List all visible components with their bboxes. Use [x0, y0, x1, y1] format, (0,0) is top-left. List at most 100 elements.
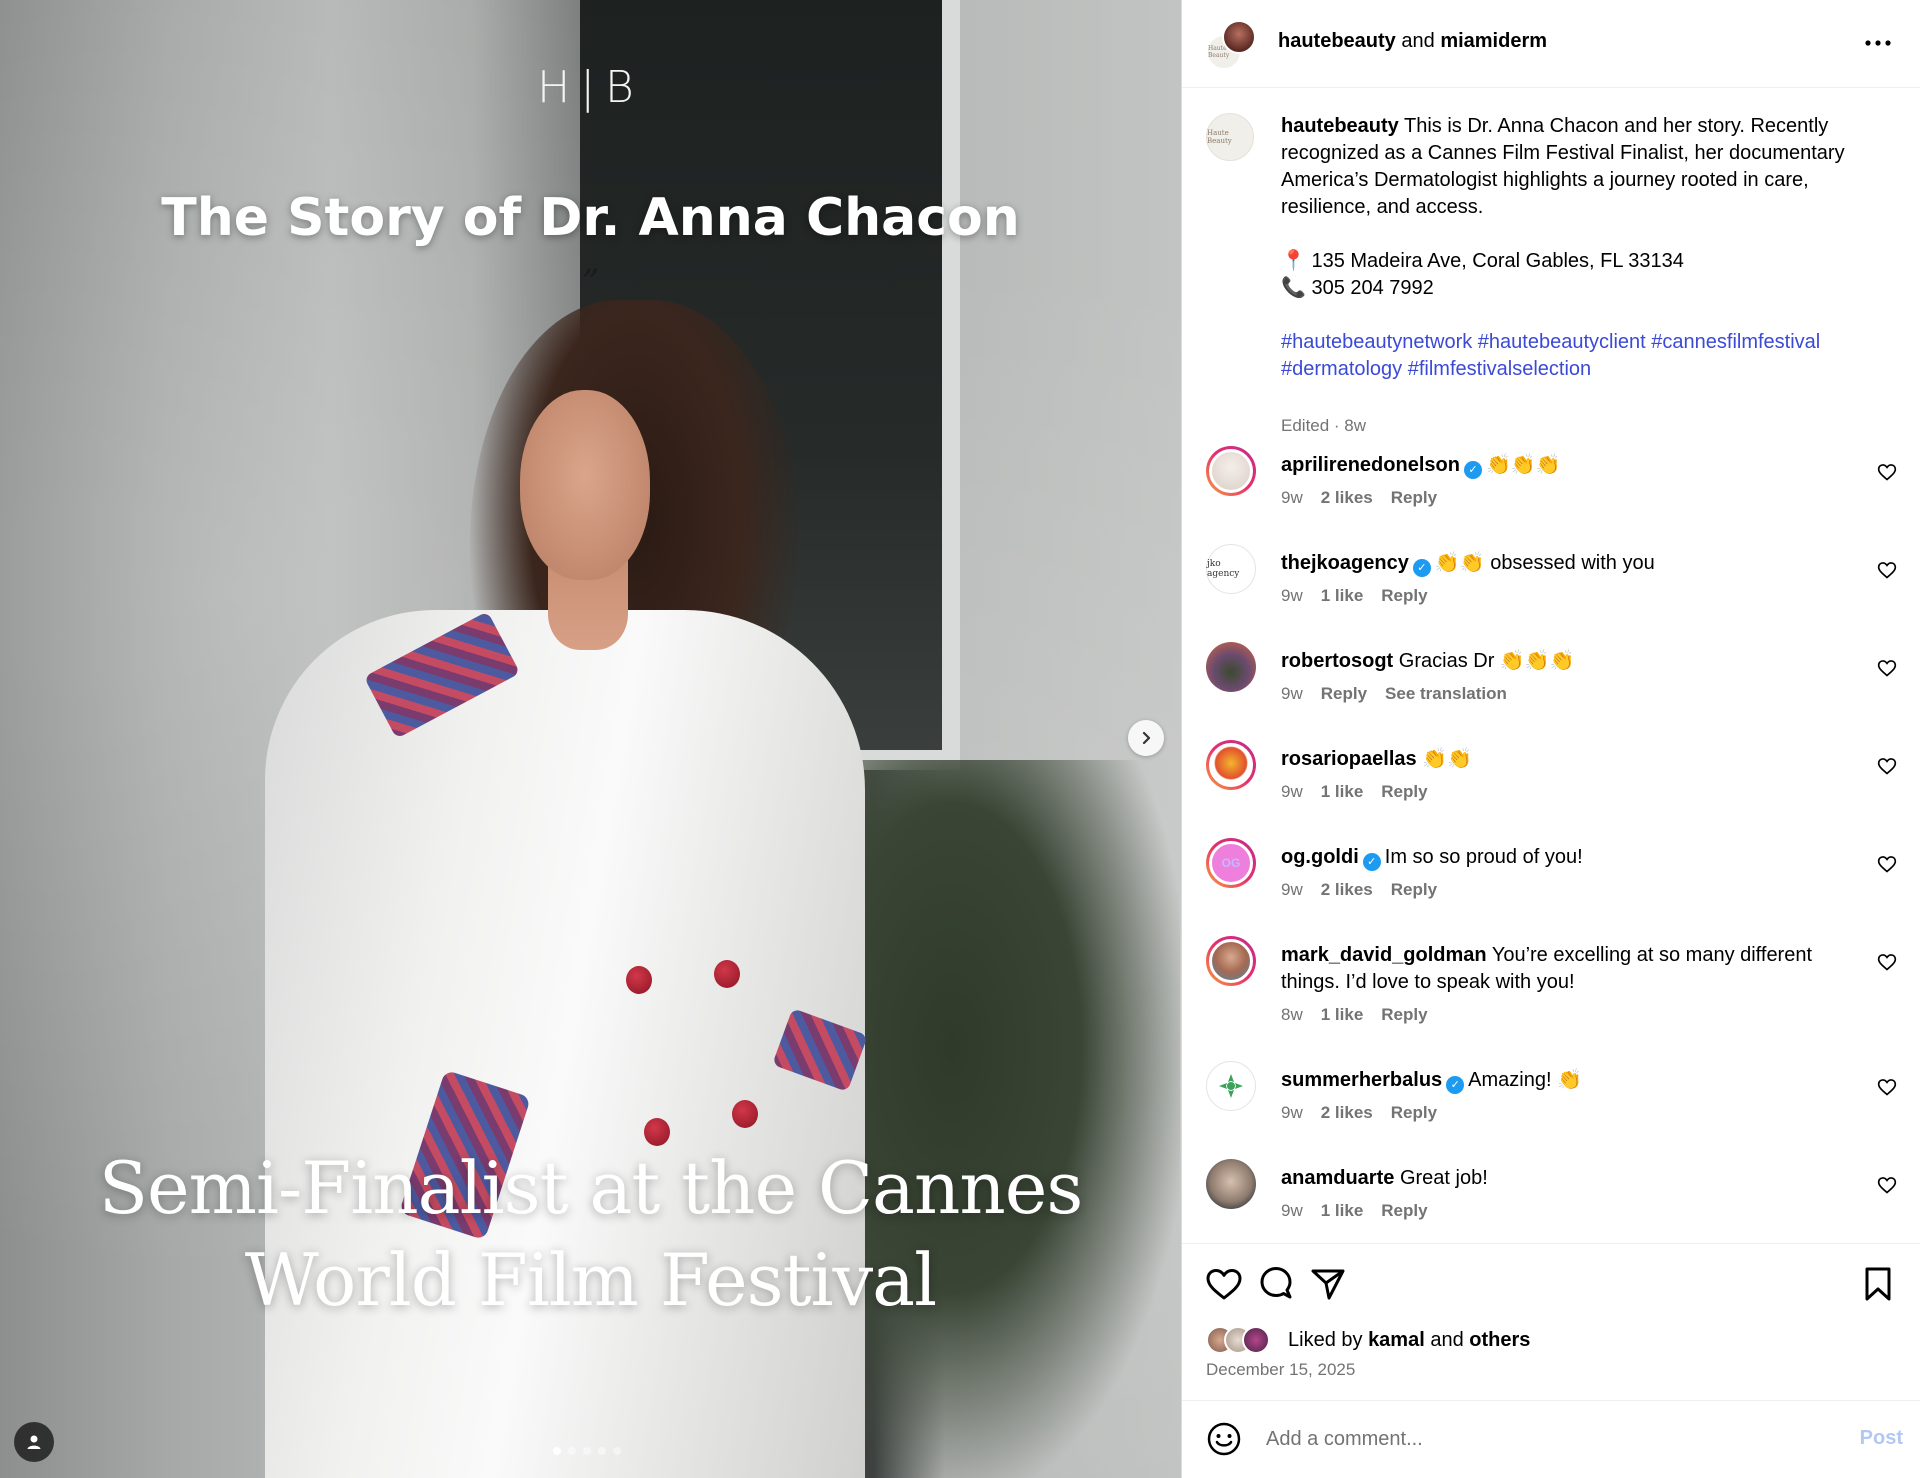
verified-badge-icon: ✓ — [1446, 1076, 1465, 1094]
caption-text: hautebeauty This is Dr. Anna Chacon and … — [1281, 113, 1891, 383]
like-comment-icon[interactable] — [1877, 560, 1897, 580]
comment-item: mark_david_goldman You’re excelling at s… — [1182, 936, 1920, 1061]
emoji-icon[interactable] — [1206, 1421, 1242, 1457]
carousel-dot — [553, 1447, 561, 1455]
like-comment-icon[interactable] — [1877, 854, 1897, 874]
post-actions: Liked by kamal and others December 15, 2… — [1182, 1243, 1920, 1400]
liked-by-prefix: Liked by — [1288, 1329, 1363, 1351]
comment-meta: 9w 2 likes Reply — [1281, 488, 1437, 508]
verified-badge-icon: ✓ — [1362, 853, 1381, 871]
comment-text: rosariopaellas 👏👏 — [1281, 746, 1861, 773]
coat-button — [732, 1100, 758, 1128]
more-options-button[interactable] — [1863, 28, 1893, 58]
comments-list[interactable]: Haute Beauty hautebeauty This is Dr. Ann… — [1182, 89, 1920, 1243]
comment-likes[interactable]: 1 like — [1321, 1005, 1364, 1025]
avatar[interactable] — [1206, 740, 1256, 790]
reply-button[interactable]: Reply — [1391, 488, 1437, 508]
post-comment-button[interactable]: Post — [1860, 1427, 1903, 1450]
avatar — [1222, 20, 1256, 54]
comment-username[interactable]: summerherbalus — [1281, 1069, 1442, 1091]
reply-button[interactable]: Reply — [1381, 586, 1427, 606]
avatar[interactable] — [1206, 642, 1256, 692]
comment-content: Gracias Dr 👏👏👏 — [1398, 650, 1575, 672]
carousel-next-button[interactable] — [1128, 720, 1164, 756]
see-translation-button[interactable]: See translation — [1385, 684, 1507, 704]
reply-button[interactable]: Reply — [1381, 1201, 1427, 1221]
avatar[interactable]: jko agency — [1206, 544, 1256, 594]
caption-username[interactable]: hautebeauty — [1281, 115, 1399, 137]
like-comment-icon[interactable] — [1877, 756, 1897, 776]
comment-time: 9w — [1281, 586, 1303, 605]
comment-bubble-icon[interactable] — [1256, 1264, 1296, 1304]
avatar[interactable] — [1206, 1061, 1256, 1111]
author-link[interactable]: hautebeauty — [1278, 30, 1396, 52]
comment-username[interactable]: mark_david_goldman — [1281, 944, 1487, 966]
caption-phone: 📞 305 204 7992 — [1281, 277, 1434, 299]
image-caption-line: Semi-Finalist at the Cannes — [98, 1146, 1084, 1230]
collab-avatars[interactable]: Haute Beauty — [1206, 20, 1256, 70]
like-comment-icon[interactable] — [1877, 462, 1897, 482]
post-media[interactable]: H|B The Story of Dr. Anna Chacon ” Semi-… — [0, 0, 1181, 1478]
comment-username[interactable]: anamduarte — [1281, 1167, 1394, 1189]
comment-likes[interactable]: 2 likes — [1321, 880, 1373, 900]
avatar[interactable] — [1206, 936, 1256, 986]
liked-by-others[interactable]: others — [1469, 1329, 1530, 1351]
leaf-icon — [1219, 1074, 1243, 1098]
image-caption-line: World Film Festival — [244, 1238, 937, 1322]
caption-hashtags[interactable]: #hautebeautynetwork #hautebeautyclient #… — [1281, 329, 1891, 383]
carousel-dot — [583, 1447, 591, 1455]
post-date: December 15, 2025 — [1206, 1360, 1356, 1379]
avatar[interactable] — [1206, 446, 1256, 496]
reply-button[interactable]: Reply — [1381, 1005, 1427, 1025]
avatar[interactable] — [1206, 1159, 1256, 1209]
comment-likes[interactable]: 1 like — [1321, 1201, 1364, 1221]
comment-username[interactable]: robertosogt — [1281, 650, 1393, 672]
comment-text: anamduarte Great job! — [1281, 1165, 1861, 1192]
coat-button — [626, 966, 652, 994]
comment-item: anamduarte Great job! 9w 1 like Reply — [1182, 1159, 1920, 1243]
comment-likes[interactable]: 2 likes — [1321, 1103, 1373, 1123]
reply-button[interactable]: Reply — [1391, 880, 1437, 900]
verified-badge-icon: ✓ — [1412, 559, 1431, 577]
reply-button[interactable]: Reply — [1381, 782, 1427, 802]
post-sidebar: Haute Beauty hautebeauty and miamiderm H… — [1181, 0, 1920, 1478]
comment-time: 9w — [1281, 782, 1303, 801]
like-comment-icon[interactable] — [1877, 1175, 1897, 1195]
liked-by-joiner: and — [1430, 1329, 1464, 1351]
avatar[interactable]: OG — [1206, 838, 1256, 888]
like-heart-icon[interactable] — [1204, 1264, 1244, 1304]
carousel-dot — [613, 1447, 621, 1455]
comment-likes[interactable]: 2 likes — [1321, 488, 1373, 508]
verified-badge-icon: ✓ — [1463, 461, 1482, 479]
author-link[interactable]: miamiderm — [1440, 30, 1547, 52]
comment-input[interactable] — [1266, 1421, 1826, 1457]
comment-time: 9w — [1281, 488, 1303, 507]
bookmark-icon[interactable] — [1858, 1264, 1898, 1304]
comment-username[interactable]: og.goldi — [1281, 846, 1359, 868]
tagged-users-button[interactable] — [14, 1422, 54, 1462]
liked-by-text: Liked by kamal and others — [1288, 1329, 1530, 1352]
comment-content: Amazing! 👏 — [1468, 1069, 1582, 1091]
reply-button[interactable]: Reply — [1391, 1103, 1437, 1123]
like-comment-icon[interactable] — [1877, 658, 1897, 678]
user-icon — [27, 1435, 41, 1449]
comment-username[interactable]: rosariopaellas — [1281, 748, 1417, 770]
share-send-icon[interactable] — [1308, 1264, 1348, 1304]
comment-likes[interactable]: 1 like — [1321, 586, 1364, 606]
comment-username[interactable]: aprilirenedonelson — [1281, 454, 1460, 476]
reply-button[interactable]: Reply — [1321, 684, 1367, 704]
comment-likes[interactable]: 1 like — [1321, 782, 1364, 802]
like-comment-icon[interactable] — [1877, 1077, 1897, 1097]
comment-composer: Post — [1182, 1400, 1920, 1478]
brand-logo: H|B — [537, 62, 644, 113]
liked-by-avatars[interactable] — [1206, 1326, 1284, 1356]
liked-by-user[interactable]: kamal — [1368, 1329, 1425, 1351]
comment-username[interactable]: thejkoagency — [1281, 552, 1409, 574]
comment-item: OG og.goldi ✓ Im so so proud of you! 9w 2 … — [1182, 838, 1920, 936]
figure-coat — [265, 610, 865, 1478]
avatar — [1242, 1326, 1270, 1354]
comment-meta: 9w 2 likes Reply — [1281, 1103, 1437, 1123]
avatar[interactable]: Haute Beauty — [1206, 113, 1254, 161]
like-comment-icon[interactable] — [1877, 952, 1897, 972]
